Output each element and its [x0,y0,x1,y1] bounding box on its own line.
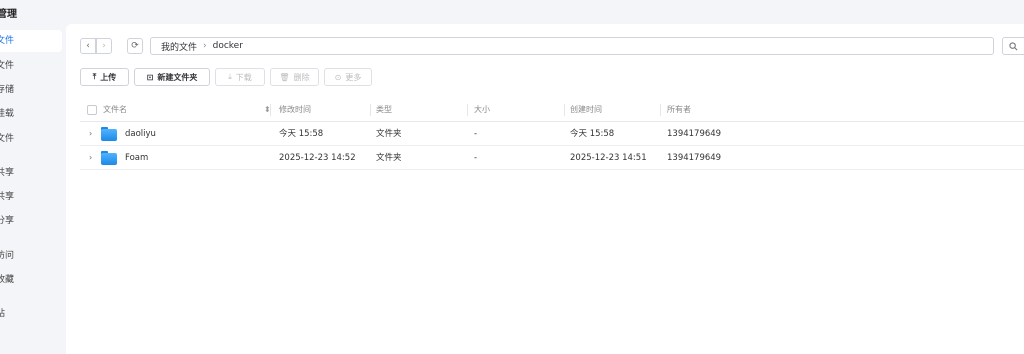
folder-icon [101,151,117,165]
more-icon: ⊙ [334,72,342,82]
sidebar-item-1[interactable]: 文件 [0,55,62,77]
sidebar-item-7[interactable]: 分享 [0,210,62,232]
sidebar-item-label: 挂载 [0,109,15,119]
sidebar-item-label: 共享 [0,192,15,202]
search-icon [1009,41,1018,50]
expand-chevron-icon[interactable]: › [89,122,92,146]
sidebar-item-label: 站 [0,309,6,319]
sidebar-item-0[interactable]: 文件 [0,30,62,52]
new-folder-label: 新建文件夹 [157,72,198,82]
breadcrumb[interactable]: 我的文件 › docker [150,37,994,55]
upload-button[interactable]: ⤒ 上传 [80,68,129,86]
column-name[interactable]: 文件名 [103,98,127,122]
file-modified: 2025-12-23 14:52 [279,153,356,163]
download-icon: ⤓ [228,72,232,81]
new-folder-icon: ⊡ [146,72,154,82]
breadcrumb-separator-icon: › [203,41,207,51]
table-header: 文件名 ⬍ 修改时间 类型 大小 创建时间 所有者 [80,98,1024,122]
column-modified[interactable]: 修改时间 [279,98,311,122]
sidebar-item-3[interactable]: 挂载 [0,103,62,125]
file-modified: 今天 15:58 [279,129,324,139]
sidebar-item-6[interactable]: 共享 [0,186,62,208]
file-created: 今天 15:58 [570,129,615,139]
sidebar-item-label: 收藏 [0,275,15,285]
column-divider[interactable] [467,104,468,116]
delete-button[interactable]: 🗑 删除 [270,68,319,86]
file-owner: 1394179649 [667,153,722,163]
upload-label: 上传 [100,72,117,82]
chevron-left-icon: ‹ [86,41,90,51]
sidebar-item-label: 共享 [0,168,15,178]
search-button[interactable] [1002,37,1024,55]
sidebar-item-label: 存储 [0,85,15,95]
column-created[interactable]: 创建时间 [570,98,602,122]
file-created: 2025-12-23 14:51 [570,153,647,163]
file-owner: 1394179649 [667,129,722,139]
breadcrumb-item-root[interactable]: 我的文件 [161,40,197,53]
upload-icon: ⤒ [92,72,97,81]
sidebar-item-4[interactable]: 文件 [0,128,62,150]
column-size[interactable]: 大小 [474,98,490,122]
sidebar-item-8[interactable]: 访问 [0,245,62,267]
file-size: - [474,129,478,139]
sidebar-item-label: 文件 [0,36,15,46]
file-type: 文件夹 [376,129,402,139]
file-size: - [474,153,478,163]
chevron-right-icon: › [102,41,106,51]
refresh-button[interactable]: ⟳ [127,38,143,54]
title-bar: 管理 [0,0,1024,24]
sidebar-item-label: 文件 [0,61,15,71]
breadcrumb-item-current[interactable]: docker [213,41,243,51]
sidebar-item-label: 文件 [0,134,15,144]
column-divider[interactable] [270,104,271,116]
select-all-checkbox[interactable] [87,105,97,115]
column-owner[interactable]: 所有者 [667,98,691,122]
delete-label: 删除 [293,72,310,82]
sidebar-item-10[interactable]: 站 [0,303,62,325]
column-divider[interactable] [370,104,371,116]
back-button[interactable]: ‹ [80,38,96,54]
sidebar-item-9[interactable]: 收藏 [0,269,62,291]
more-button[interactable]: ⊙ 更多 [324,68,372,86]
expand-chevron-icon[interactable]: › [89,146,92,170]
sidebar: 文件 文件 存储 挂载 文件 共享 共享 分享 访问 收藏 站 [0,24,66,354]
app-title: 管理 [0,9,17,20]
sidebar-item-label: 访问 [0,251,15,261]
new-folder-button[interactable]: ⊡ 新建文件夹 [134,68,210,86]
file-name[interactable]: Foam [125,146,148,170]
forward-button[interactable]: › [96,38,112,54]
download-label: 下载 [235,72,252,82]
folder-icon [101,127,117,141]
trash-icon: 🗑 [279,72,290,82]
file-name[interactable]: daoliyu [125,122,156,146]
table-row[interactable]: › daoliyu 今天 15:58 文件夹 - 今天 15:58 139417… [80,122,1024,146]
sidebar-item-5[interactable]: 共享 [0,162,62,184]
column-divider[interactable] [660,104,661,116]
sidebar-item-label: 分享 [0,216,15,226]
file-table: 文件名 ⬍ 修改时间 类型 大小 创建时间 所有者 › daoliyu 今天 1… [80,98,1024,170]
more-label: 更多 [345,72,362,82]
table-row[interactable]: › Foam 2025-12-23 14:52 文件夹 - 2025-12-23… [80,146,1024,170]
file-browser: ‹ › ⟳ 我的文件 › docker ⤒ 上传 ⊡ 新建文件夹 ⤓ 下载 🗑 … [66,24,1024,354]
file-type: 文件夹 [376,153,402,163]
column-divider[interactable] [564,104,565,116]
refresh-icon: ⟳ [131,41,139,51]
sidebar-item-2[interactable]: 存储 [0,79,62,101]
column-type[interactable]: 类型 [376,98,392,122]
download-button[interactable]: ⤓ 下载 [215,68,265,86]
